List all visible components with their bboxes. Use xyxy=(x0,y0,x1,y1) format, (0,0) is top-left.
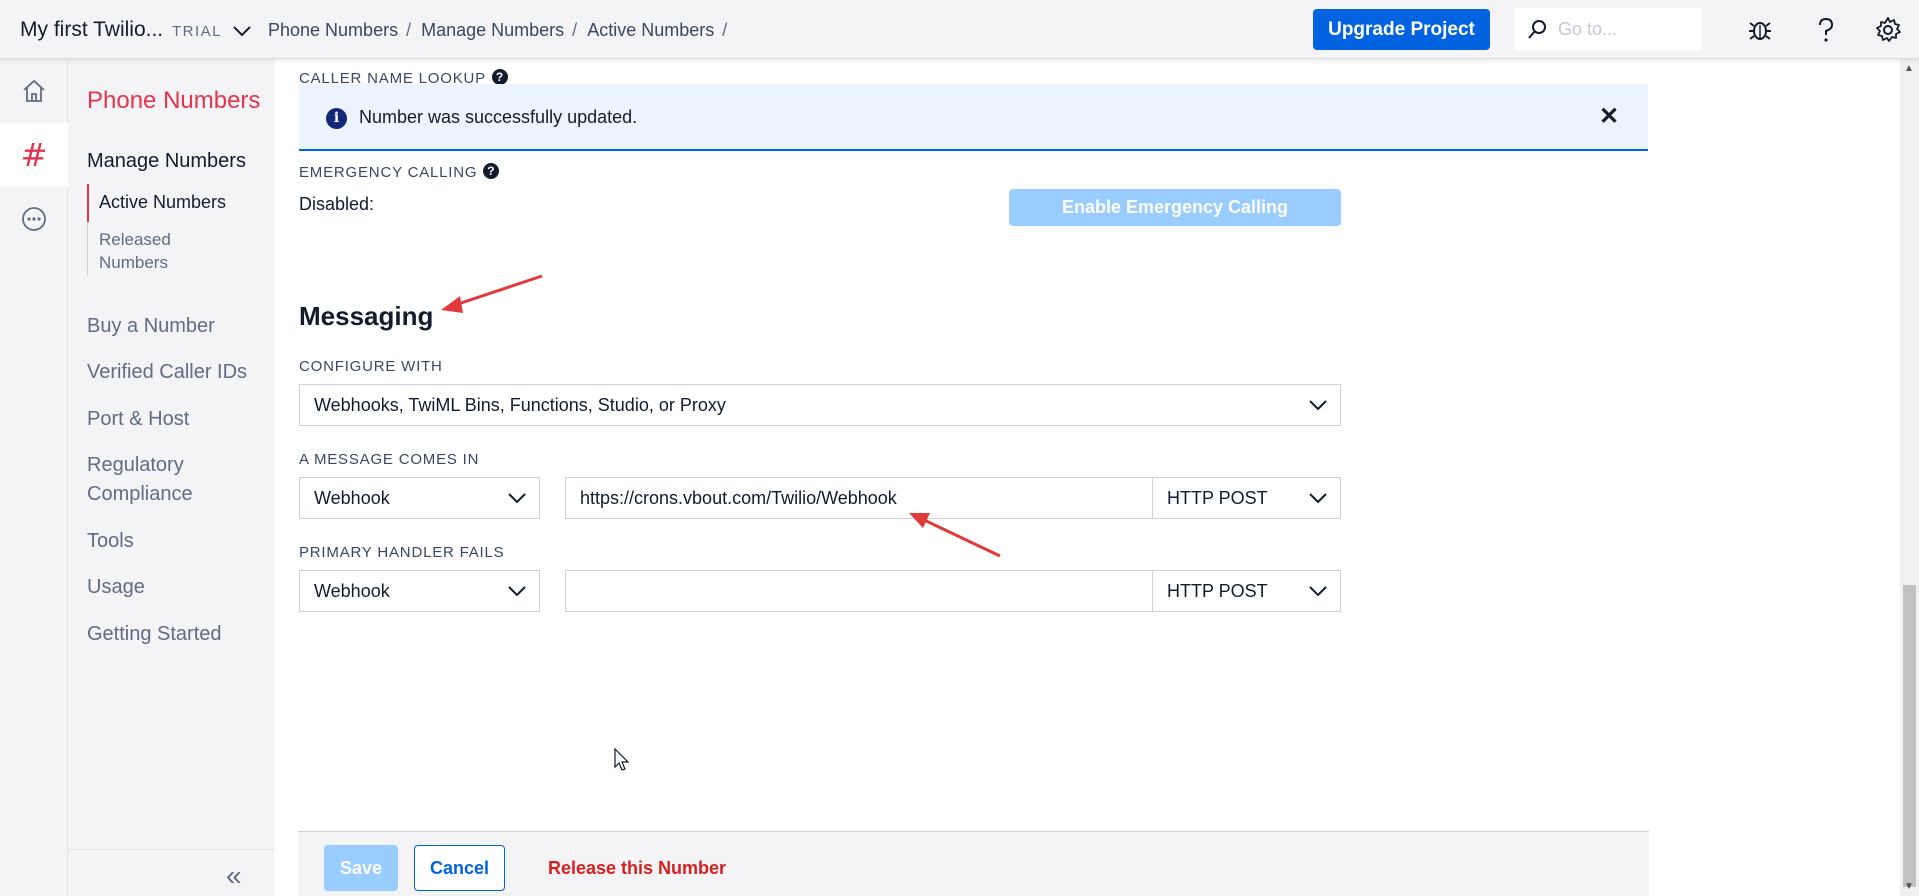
top-bar: My first Twilio... TRIAL Phone Numbers / M… xyxy=(0,0,1919,59)
scroll-down-arrow-icon[interactable]: ▼ xyxy=(1904,881,1914,892)
search-placeholder: Go to... xyxy=(1558,19,1618,39)
help-circle-icon[interactable]: ? xyxy=(483,163,500,179)
message-comes-in-label: A MESSAGE COMES IN xyxy=(299,451,480,468)
sidebar-title[interactable]: Phone Numbers xyxy=(87,87,260,115)
breadcrumb-separator: / xyxy=(722,20,728,40)
message-in-url-value: https://crons.vbout.com/Twilio/Webhook xyxy=(580,488,897,508)
primary-handler-fails-label: PRIMARY HANDLER FAILS xyxy=(299,544,505,561)
close-icon[interactable]: ✕ xyxy=(1599,102,1619,131)
sidebar-item-port-host[interactable]: Port & Host xyxy=(87,405,267,434)
breadcrumb-manage-numbers[interactable]: Manage Numbers xyxy=(421,20,564,40)
message-in-method-value: HTTP POST xyxy=(1167,488,1268,508)
home-icon xyxy=(23,79,45,102)
message-in-type-value: Webhook xyxy=(314,488,390,508)
cancel-button[interactable]: Cancel xyxy=(414,845,505,891)
scrollbar-thumb[interactable] xyxy=(1903,585,1916,887)
sidebar-item-verified-caller-ids[interactable]: Verified Caller IDs xyxy=(87,358,267,387)
chevron-down-icon xyxy=(1309,586,1327,597)
message-in-type-select[interactable]: Webhook xyxy=(299,477,540,519)
collapse-sidebar-icon[interactable]: « xyxy=(226,860,242,892)
sidebar-item-regulatory-compliance[interactable]: Regulatory Compliance xyxy=(87,451,237,509)
rail-more[interactable] xyxy=(0,187,68,251)
success-banner: i Number was successfully updated. ✕ xyxy=(299,84,1648,151)
scroll-up-arrow-icon[interactable]: ▲ xyxy=(1904,63,1914,74)
sidebar-item-active-numbers[interactable]: Active Numbers xyxy=(87,184,226,222)
settings-gear-icon[interactable] xyxy=(1874,16,1902,44)
sidebar-item-manage-numbers[interactable]: Manage Numbers xyxy=(87,150,246,173)
more-icon xyxy=(22,207,46,231)
fallback-url-input[interactable] xyxy=(565,570,1153,612)
action-bar: Save Cancel Release this Number xyxy=(298,831,1649,896)
configure-with-select[interactable]: Webhooks, TwiML Bins, Functions, Studio,… xyxy=(299,384,1341,426)
banner-message: Number was successfully updated. xyxy=(359,107,638,127)
release-number-link[interactable]: Release this Number xyxy=(548,858,726,879)
search-input[interactable]: Go to... xyxy=(1514,8,1702,51)
help-icon[interactable] xyxy=(1812,16,1840,44)
sidebar-item-buy-a-number[interactable]: Buy a Number xyxy=(87,312,267,341)
breadcrumb-separator: / xyxy=(572,20,578,40)
trial-badge: TRIAL xyxy=(172,23,223,40)
project-name[interactable]: My first Twilio... xyxy=(20,18,163,42)
bug-icon[interactable] xyxy=(1746,16,1774,44)
fallback-type-select[interactable]: Webhook xyxy=(299,570,540,612)
configure-with-value: Webhooks, TwiML Bins, Functions, Studio,… xyxy=(314,395,726,415)
breadcrumb-phone-numbers[interactable]: Phone Numbers xyxy=(268,20,398,40)
chevron-down-icon xyxy=(508,493,526,504)
search-icon xyxy=(1528,20,1546,39)
info-icon: i xyxy=(326,108,347,129)
help-circle-icon[interactable]: ? xyxy=(491,69,508,85)
sidebar-footer: « xyxy=(68,849,274,896)
sidebar-item-tools[interactable]: Tools xyxy=(87,527,267,556)
hash-icon: # xyxy=(20,136,48,174)
save-button[interactable]: Save xyxy=(324,845,398,891)
emergency-calling-label: EMERGENCY CALLING xyxy=(299,164,478,181)
sidebar: Phone Numbers Manage Numbers Active Numb… xyxy=(68,59,274,896)
breadcrumb-separator: / xyxy=(406,20,412,40)
fallback-method-value: HTTP POST xyxy=(1167,581,1268,601)
message-in-method-select[interactable]: HTTP POST xyxy=(1152,477,1341,519)
page-scrollbar[interactable]: ▲ ▼ xyxy=(1900,59,1919,896)
chevron-down-icon xyxy=(508,586,526,597)
fallback-type-value: Webhook xyxy=(314,581,390,601)
rail-home[interactable] xyxy=(0,59,68,123)
breadcrumb-active-numbers[interactable]: Active Numbers xyxy=(587,20,714,40)
upgrade-project-button[interactable]: Upgrade Project xyxy=(1313,9,1490,50)
emergency-status: Disabled: xyxy=(299,194,375,214)
icon-rail: # xyxy=(0,59,68,896)
enable-emergency-calling-button[interactable]: Enable Emergency Calling xyxy=(1009,189,1341,226)
emergency-calling-section: EMERGENCY CALLING? xyxy=(299,163,500,181)
chevron-down-icon xyxy=(1309,400,1327,411)
sidebar-item-released-numbers[interactable]: Released Numbers xyxy=(87,222,237,276)
rail-phone-numbers[interactable]: # xyxy=(0,123,68,187)
fallback-method-select[interactable]: HTTP POST xyxy=(1152,570,1341,612)
sidebar-item-usage[interactable]: Usage xyxy=(87,573,267,602)
message-in-url-input[interactable]: https://crons.vbout.com/Twilio/Webhook xyxy=(565,477,1153,519)
sidebar-item-getting-started[interactable]: Getting Started xyxy=(87,620,267,649)
chevron-down-icon xyxy=(1309,493,1327,504)
chevron-down-icon[interactable] xyxy=(230,19,254,43)
messaging-heading: Messaging xyxy=(299,301,434,331)
main-content: CALLER NAME LOOKUP? i Number was success… xyxy=(274,59,1900,896)
configure-with-label: CONFIGURE WITH xyxy=(299,358,443,375)
breadcrumb: Phone Numbers / Manage Numbers / Active Numb… xyxy=(268,20,737,41)
